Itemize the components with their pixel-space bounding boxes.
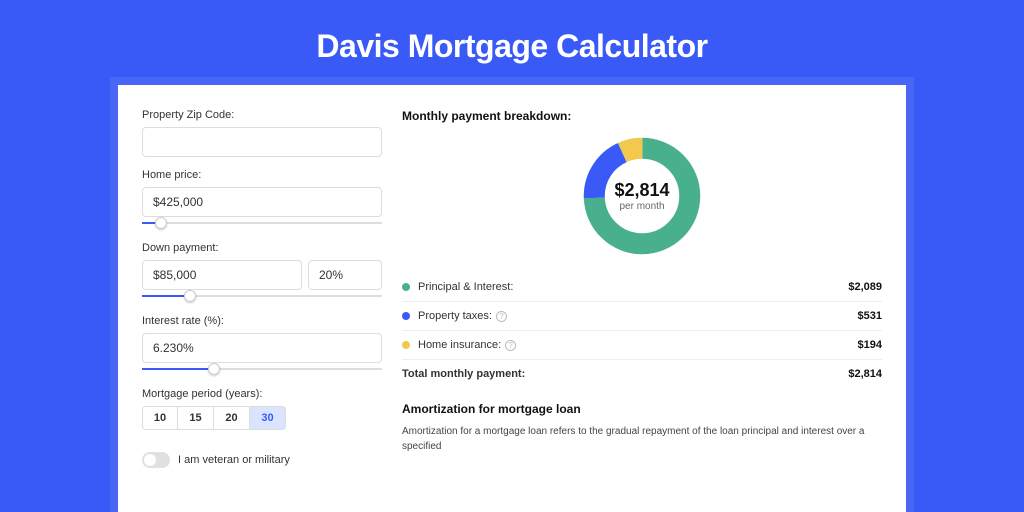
legend-row: Home insurance:?$194 [402, 331, 882, 360]
legend-dot [402, 312, 410, 320]
down-payment-input[interactable] [142, 260, 302, 290]
amortization-section: Amortization for mortgage loan Amortizat… [402, 402, 882, 454]
help-icon[interactable]: ? [505, 340, 516, 351]
legend-row: Principal & Interest:$2,089 [402, 273, 882, 302]
donut-center-value: $2,814 [614, 180, 669, 201]
legend-total-label: Total monthly payment: [402, 368, 848, 380]
donut-center-sub: per month [619, 201, 664, 212]
legend-value: $2,089 [848, 281, 882, 293]
page-title: Davis Mortgage Calculator [316, 28, 707, 65]
legend-label: Property taxes:? [418, 310, 858, 322]
legend-label: Principal & Interest: [418, 281, 848, 293]
home-price-slider[interactable] [142, 216, 382, 230]
interest-rate-input[interactable] [142, 333, 382, 363]
down-payment-label: Down payment: [142, 242, 382, 254]
help-icon[interactable]: ? [496, 311, 507, 322]
period-option-20[interactable]: 20 [214, 406, 250, 430]
home-price-input[interactable] [142, 187, 382, 217]
breakdown-title: Monthly payment breakdown: [402, 109, 882, 123]
veteran-toggle[interactable] [142, 452, 170, 468]
period-option-15[interactable]: 15 [178, 406, 214, 430]
legend-total-row: Total monthly payment:$2,814 [402, 360, 882, 388]
donut-chart: $2,814 per month [402, 129, 882, 267]
veteran-label: I am veteran or military [178, 454, 290, 466]
period-option-30[interactable]: 30 [250, 406, 286, 430]
home-price-label: Home price: [142, 169, 382, 181]
interest-rate-slider-thumb[interactable] [208, 363, 220, 375]
down-payment-slider-thumb[interactable] [184, 290, 196, 302]
amortization-text: Amortization for a mortgage loan refers … [402, 424, 882, 454]
zip-input[interactable] [142, 127, 382, 157]
legend-label: Home insurance:? [418, 339, 858, 351]
legend-value: $194 [858, 339, 882, 351]
breakdown-legend: Principal & Interest:$2,089Property taxe… [402, 273, 882, 388]
legend-dot [402, 341, 410, 349]
legend-row: Property taxes:?$531 [402, 302, 882, 331]
results-column: Monthly payment breakdown: $2,814 per mo… [402, 109, 882, 512]
mortgage-period-group: 10152030 [142, 406, 382, 430]
down-payment-pct-input[interactable] [308, 260, 382, 290]
interest-rate-slider[interactable] [142, 362, 382, 376]
legend-value: $531 [858, 310, 882, 322]
legend-total-value: $2,814 [848, 368, 882, 380]
period-option-10[interactable]: 10 [142, 406, 178, 430]
home-price-slider-thumb[interactable] [155, 217, 167, 229]
amortization-title: Amortization for mortgage loan [402, 402, 882, 416]
zip-label: Property Zip Code: [142, 109, 382, 121]
interest-rate-label: Interest rate (%): [142, 315, 382, 327]
down-payment-slider[interactable] [142, 289, 382, 303]
legend-dot [402, 283, 410, 291]
mortgage-period-label: Mortgage period (years): [142, 388, 382, 400]
inputs-column: Property Zip Code: Home price: Down paym… [142, 109, 382, 512]
calculator-panel: Property Zip Code: Home price: Down paym… [118, 85, 906, 512]
